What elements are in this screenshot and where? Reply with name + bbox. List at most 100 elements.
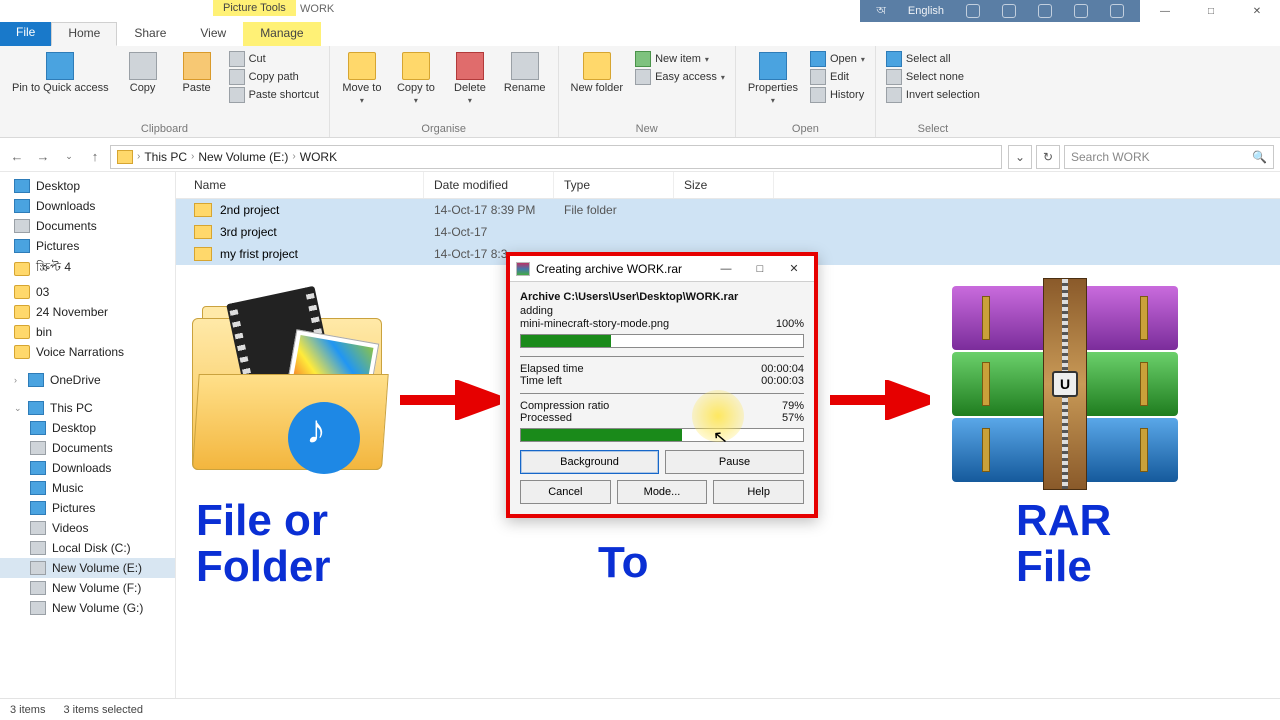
tree-pc-downloads[interactable]: Downloads	[0, 458, 175, 478]
select-all-button[interactable]: Select all	[884, 50, 982, 68]
tray-icon[interactable]	[966, 4, 980, 18]
new-folder-button[interactable]: New folder	[567, 50, 628, 96]
tab-share[interactable]: Share	[117, 22, 183, 46]
delete-button[interactable]: Delete▾	[446, 50, 494, 107]
open-button[interactable]: Open▾	[808, 50, 867, 68]
tree-pc-documents[interactable]: Documents	[0, 438, 175, 458]
move-to-button[interactable]: Move to▾	[338, 50, 386, 107]
status-bar: 3 items 3 items selected	[0, 698, 1280, 720]
pin-to-quick-access-button[interactable]: Pin to Quick access	[8, 50, 113, 104]
history-button[interactable]: History	[808, 86, 867, 104]
edit-button[interactable]: Edit	[808, 68, 867, 86]
col-size[interactable]: Size	[674, 172, 774, 198]
file-type	[554, 228, 674, 236]
dialog-titlebar[interactable]: Creating archive WORK.rar — □ ✕	[510, 256, 814, 282]
background-button[interactable]: Background	[520, 450, 659, 474]
tree-onedrive[interactable]: ›OneDrive	[0, 370, 175, 390]
context-tab-picture-tools[interactable]: Picture Tools	[213, 0, 296, 16]
paste-shortcut-button[interactable]: Paste shortcut	[227, 86, 321, 104]
file-name: my frist project	[220, 247, 298, 261]
invert-selection-button[interactable]: Invert selection	[884, 86, 982, 104]
status-items: 3 items	[10, 704, 45, 716]
new-item-button[interactable]: New item▾	[633, 50, 727, 68]
nav-forward-button[interactable]: →	[32, 146, 54, 168]
nav-tree[interactable]: Desktop Downloads Documents Pictures স্ক…	[0, 172, 176, 698]
easy-access-button[interactable]: Easy access▾	[633, 68, 727, 86]
tree-vole[interactable]: New Volume (E:)	[0, 558, 175, 578]
mode-button[interactable]: Mode...	[617, 480, 708, 504]
tree-03[interactable]: 03	[0, 282, 175, 302]
tree-bin[interactable]: bin	[0, 322, 175, 342]
paste-button[interactable]: Paste	[173, 50, 221, 104]
tree-downloads[interactable]: Downloads	[0, 196, 175, 216]
tray-icon[interactable]	[1110, 4, 1124, 18]
tree-desktop[interactable]: Desktop	[0, 176, 175, 196]
tree-documents[interactable]: Documents	[0, 216, 175, 236]
col-name[interactable]: Name	[176, 172, 424, 198]
select-none-button[interactable]: Select none	[884, 68, 982, 86]
cut-button[interactable]: Cut	[227, 50, 321, 68]
tray-icon[interactable]	[1002, 4, 1016, 18]
tree-volf[interactable]: New Volume (F:)	[0, 578, 175, 598]
tree-pc-desktop[interactable]: Desktop	[0, 418, 175, 438]
search-icon: 🔍	[1252, 150, 1267, 164]
dialog-close-button[interactable]: ✕	[780, 262, 808, 275]
file-date: 14-Oct-17 8:39 PM	[424, 199, 554, 221]
tree-custom[interactable]: স্ক্রিপ্ট 4	[0, 256, 175, 282]
tab-file[interactable]: File	[0, 22, 51, 46]
tree-pc-videos[interactable]: Videos	[0, 518, 175, 538]
tab-home[interactable]: Home	[51, 22, 117, 46]
lang-name[interactable]: English	[908, 5, 944, 17]
file-row[interactable]: 3rd project 14-Oct-17	[176, 221, 1280, 243]
chevron-down-icon: ▾	[705, 55, 709, 64]
tree-24nov[interactable]: 24 November	[0, 302, 175, 322]
file-name: 2nd project	[220, 203, 279, 217]
pause-button[interactable]: Pause	[665, 450, 804, 474]
nav-back-button[interactable]: ←	[6, 146, 28, 168]
tab-manage[interactable]: Manage	[243, 22, 320, 46]
copy-path-button[interactable]: Copy path	[227, 68, 321, 86]
invert-selection-label: Invert selection	[906, 89, 980, 101]
tree-localc[interactable]: Local Disk (C:)	[0, 538, 175, 558]
tree-pc-pictures[interactable]: Pictures	[0, 498, 175, 518]
copy-to-button[interactable]: Copy to▾	[392, 50, 440, 107]
refresh-button[interactable]: ↻	[1036, 145, 1060, 169]
elapsed-value: 00:00:04	[761, 363, 804, 375]
file-row[interactable]: 2nd project 14-Oct-17 8:39 PM File folde…	[176, 199, 1280, 221]
breadcrumb-seg[interactable]: WORK	[300, 150, 337, 164]
address-bar[interactable]: › This PC › New Volume (E:) › WORK	[110, 145, 1002, 169]
window-close-button[interactable]: ✕	[1234, 0, 1280, 22]
tree-thispc[interactable]: ⌄This PC	[0, 398, 175, 418]
tray-icon[interactable]	[1074, 4, 1088, 18]
edit-icon	[810, 69, 826, 85]
group-new: New folder New item▾ Easy access▾ New	[559, 46, 736, 137]
breadcrumb-seg[interactable]: This PC	[144, 150, 187, 164]
col-type[interactable]: Type	[554, 172, 674, 198]
tree-pictures[interactable]: Pictures	[0, 236, 175, 256]
nav-recent-button[interactable]: ⌄	[58, 146, 80, 168]
tray-icon[interactable]	[1038, 4, 1052, 18]
window-maximize-button[interactable]: □	[1188, 0, 1234, 22]
tree-volg[interactable]: New Volume (G:)	[0, 598, 175, 618]
cancel-button[interactable]: Cancel	[520, 480, 611, 504]
dialog-minimize-button[interactable]: —	[712, 263, 740, 275]
dialog-maximize-button[interactable]: □	[746, 263, 774, 275]
invert-selection-icon	[886, 87, 902, 103]
nav-up-button[interactable]: ↑	[84, 146, 106, 168]
breadcrumb-seg[interactable]: New Volume (E:)	[198, 150, 288, 164]
tab-view[interactable]: View	[183, 22, 243, 46]
pictures-icon	[14, 239, 30, 253]
tree-voice[interactable]: Voice Narrations	[0, 342, 175, 362]
window-minimize-button[interactable]: —	[1142, 0, 1188, 22]
copy-button[interactable]: Copy	[119, 50, 167, 104]
group-label-open: Open	[744, 121, 867, 135]
search-box[interactable]: Search WORK 🔍	[1064, 145, 1274, 169]
column-headers[interactable]: Name Date modified Type Size	[176, 172, 1280, 199]
lang-script-icon[interactable]: অ	[876, 2, 886, 21]
address-dropdown-button[interactable]: ⌄	[1008, 145, 1032, 169]
rename-button[interactable]: Rename	[500, 50, 550, 107]
properties-button[interactable]: Properties▾	[744, 50, 802, 107]
tree-pc-music[interactable]: Music	[0, 478, 175, 498]
help-button[interactable]: Help	[713, 480, 804, 504]
col-date[interactable]: Date modified	[424, 172, 554, 198]
